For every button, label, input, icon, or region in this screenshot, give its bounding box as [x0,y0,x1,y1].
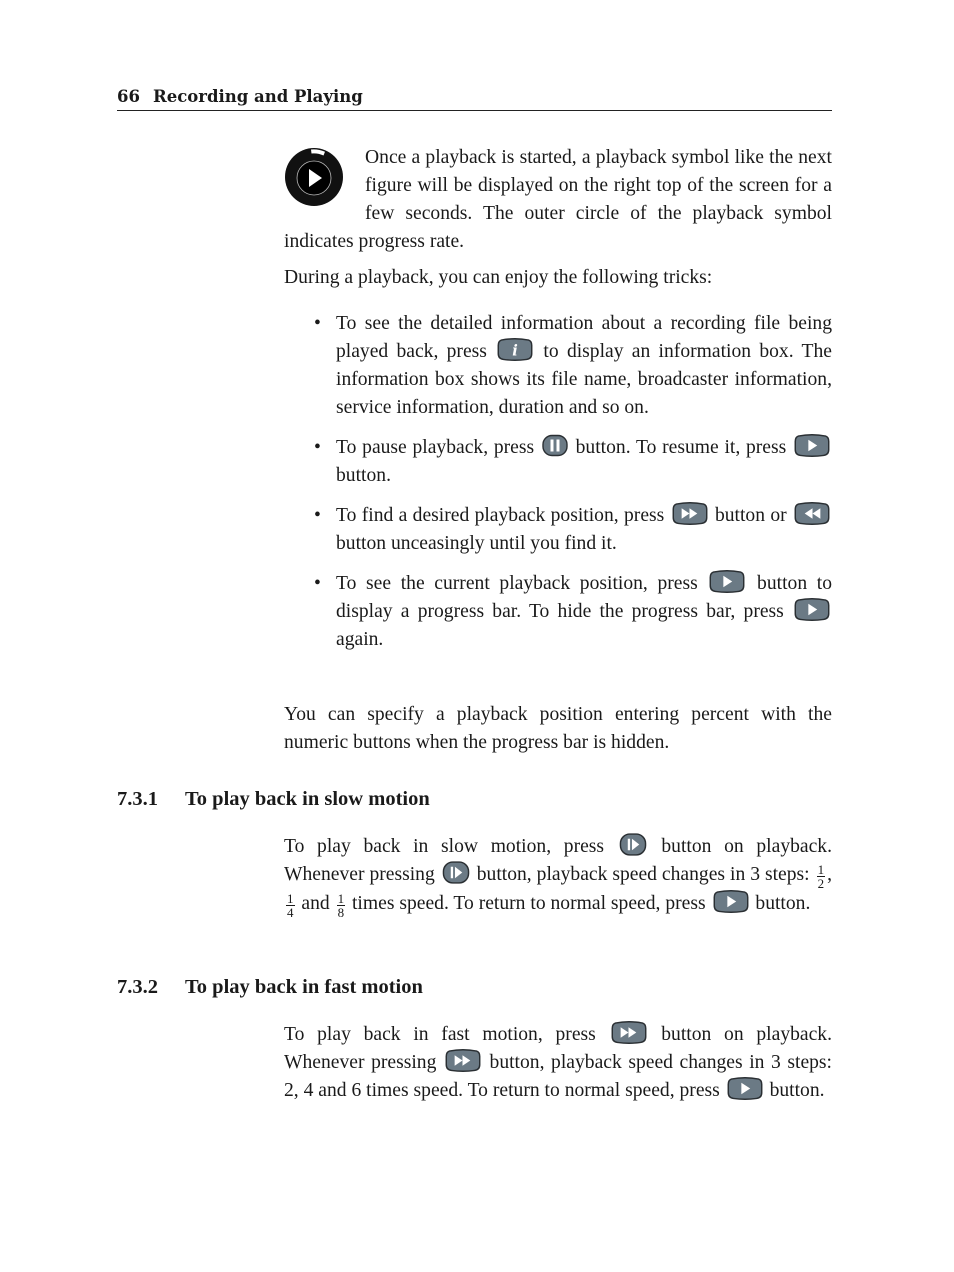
slow-motion-paragraph: To play back in slow motion, press butto… [284,833,832,919]
tricks-intro: During a playback, you can enjoy the fol… [284,267,713,288]
section-title: To play back in slow motion [185,788,430,810]
running-head: 66 Recording and Playing [117,86,832,111]
bullet-icon: • [314,505,321,526]
section-number: 7.3.1 [117,788,158,810]
section-number: 7.3.2 [117,976,158,998]
fast-forward-button-icon [445,1049,481,1072]
list-item: • To see the detailed information about … [314,310,832,422]
section-heading-slow-motion: 7.3.1 To play back in slow motion [117,788,430,811]
slow-motion-button-icon [442,861,470,884]
bullet-icon: • [314,437,321,458]
bullet-icon: • [314,313,321,334]
pause-button-icon [542,434,568,457]
bullet-icon: • [314,573,321,594]
tricks-list: • To see the detailed information about … [314,310,832,666]
play-button-icon [727,1077,763,1100]
list-item: • To see the current playback position, … [314,570,832,654]
section-heading-fast-motion: 7.3.2 To play back in fast motion [117,976,423,999]
play-button-icon [709,570,745,593]
fraction-quarter: 14 [286,891,295,920]
play-button-icon [713,890,749,913]
intro-text: Once a playback is started, a playback s… [284,147,832,252]
document-page: 66 Recording and Playing Once a playback… [0,0,954,1272]
play-button-icon [794,434,830,457]
fraction-half: 12 [816,862,826,891]
rewind-button-icon [794,502,830,525]
intro-paragraph: Once a playback is started, a playback s… [284,144,832,256]
info-button-icon: i [497,338,533,361]
page-number: 66 [117,87,140,106]
fraction-eighth: 18 [336,891,346,920]
section-title: To play back in fast motion [185,976,423,998]
slow-motion-button-icon [619,833,646,856]
svg-text:i: i [512,342,518,359]
play-button-icon [794,598,830,621]
list-item: • To find a desired playback position, p… [314,502,832,558]
fast-forward-button-icon [672,502,708,525]
chapter-title: Recording and Playing [153,87,363,106]
list-item: • To pause playback, press button. To re… [314,434,832,490]
fast-motion-paragraph: To play back in fast motion, press butto… [284,1021,832,1105]
position-note: You can specify a playback position ente… [284,704,832,753]
fast-forward-button-icon [611,1021,647,1044]
